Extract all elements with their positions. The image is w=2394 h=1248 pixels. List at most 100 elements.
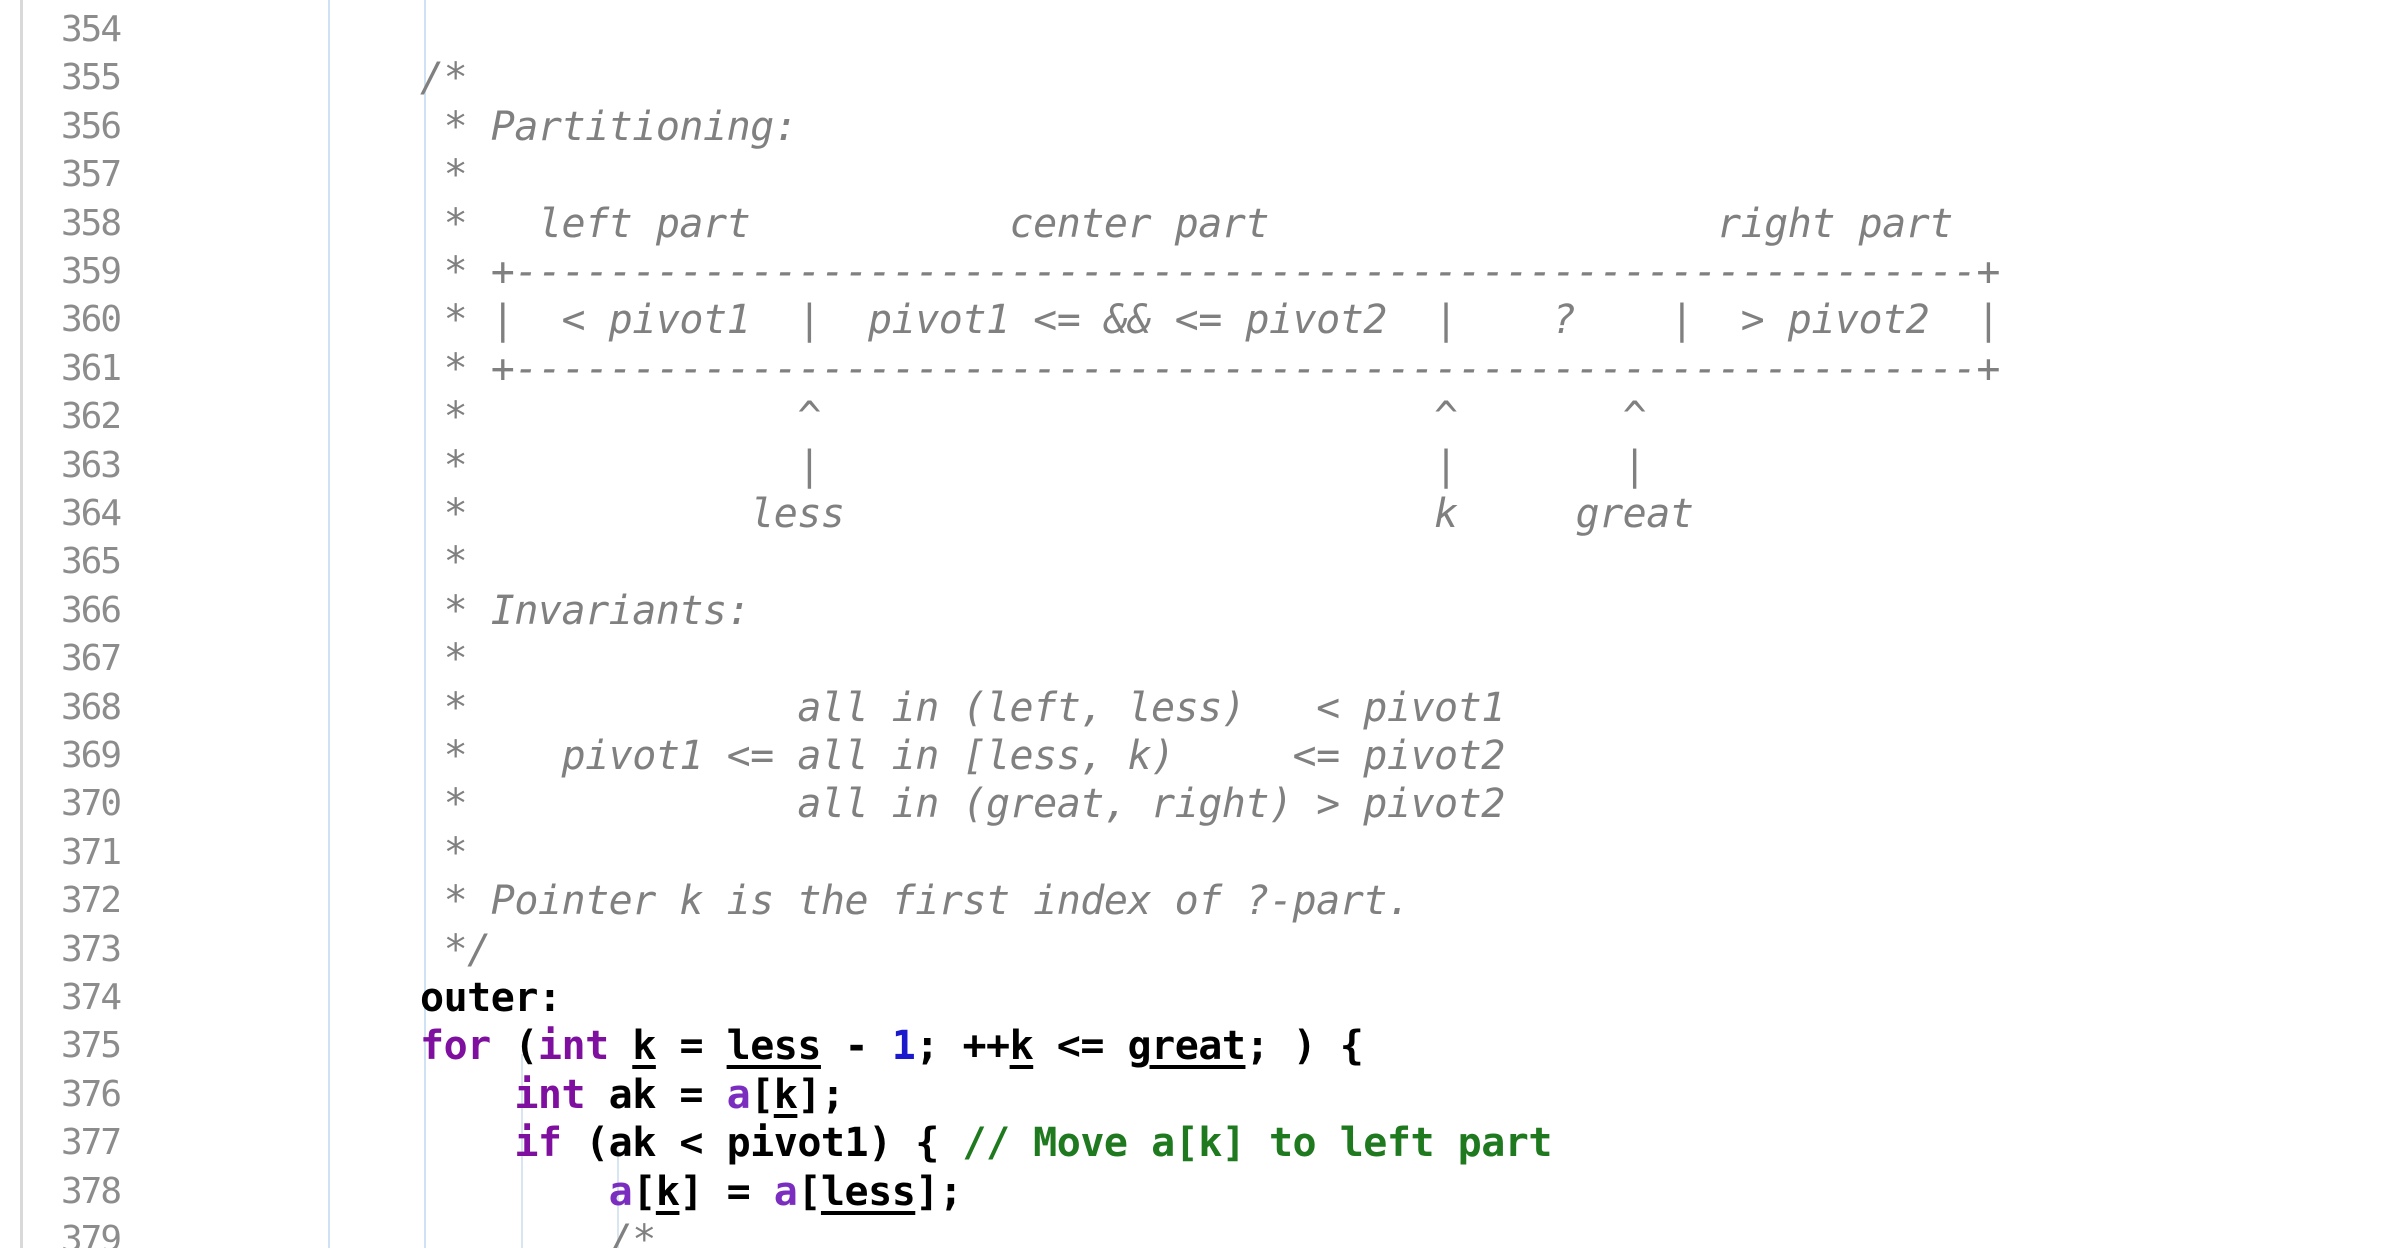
code-text: a[k] = a[less];	[420, 1168, 963, 1216]
code-text: * ^ ^ ^	[420, 393, 1647, 441]
code-text: * Pointer k is the first index of ?-part…	[420, 877, 1411, 925]
code-line[interactable]: 358 * left part center part right part	[0, 200, 2394, 248]
code-line[interactable]: 360 * | < pivot1 | pivot1 <= && <= pivot…	[0, 296, 2394, 344]
code-token: k	[632, 1023, 656, 1070]
code-line[interactable]: 367 *	[0, 635, 2394, 683]
code-line[interactable]: 375 for (int k = less - 1; ++k <= great; …	[0, 1022, 2394, 1070]
code-line[interactable]: 378 a[k] = a[less];	[0, 1168, 2394, 1216]
code-token: k	[1009, 1023, 1034, 1070]
code-token: outer:	[420, 975, 562, 1021]
code-line[interactable]: 371 *	[0, 829, 2394, 877]
code-line[interactable]: 377 if (ak < pivot1) { // Move a[k] to l…	[0, 1119, 2394, 1167]
code-line[interactable]: 364 * less k great	[0, 490, 2394, 538]
line-number: 367	[60, 638, 122, 680]
code-text: *	[420, 151, 468, 199]
code-text: * pivot1 <= all in [less, k) <= pivot2	[420, 732, 1506, 780]
line-number: 359	[60, 251, 122, 292]
code-line[interactable]: 356 * Partitioning:	[0, 103, 2394, 151]
code-text: outer:	[420, 974, 562, 1022]
code-text: *	[420, 829, 468, 877]
code-token: /*	[420, 55, 468, 102]
code-line[interactable]: 361 * +---------------------------------…	[0, 345, 2394, 393]
code-token: * +-------------------------------------…	[420, 249, 2001, 295]
code-editor[interactable]: 354 355/* 356 * Partitioning: 357 * 358 * le…	[0, 0, 2394, 1248]
line-number: 371	[60, 831, 122, 873]
line-number: 379	[60, 1219, 122, 1248]
code-token: * | | |	[420, 442, 1647, 489]
code-line[interactable]: 370 * all in (great, right) > pivot2	[0, 780, 2394, 828]
code-text: * less k great	[420, 490, 1694, 538]
line-number: 354	[60, 9, 122, 50]
code-token: =	[655, 1023, 727, 1070]
code-token: (	[490, 1023, 538, 1070]
code-text: * +-------------------------------------…	[420, 248, 2001, 296]
code-token: * Invariants:	[420, 587, 751, 634]
code-line[interactable]: 366 * Invariants:	[0, 587, 2394, 635]
code-line[interactable]: 357 *	[0, 151, 2394, 199]
code-line[interactable]: 363 * | | |	[0, 442, 2394, 490]
line-number: 373	[60, 928, 122, 970]
line-number: 374	[60, 977, 122, 1018]
code-token: * Partitioning:	[420, 103, 798, 150]
code-token: less	[820, 1168, 916, 1215]
code-token: * less k great	[420, 491, 1694, 537]
code-token: *	[420, 829, 468, 876]
code-token: // Move a[k] to left part	[962, 1120, 1552, 1167]
code-token: * Pointer k is the first index of ?-part…	[420, 878, 1411, 925]
code-text: * | | |	[420, 442, 1647, 490]
code-line[interactable]: 354	[0, 6, 2394, 54]
line-number: 355	[60, 57, 122, 99]
code-line[interactable]: 373 */	[0, 926, 2394, 974]
code-token: */	[420, 926, 492, 973]
line-number: 370	[60, 783, 122, 825]
line-number: 375	[60, 1025, 122, 1067]
code-token: * pivot1 <= all in [less, k) <= pivot2	[420, 733, 1506, 779]
code-token: a	[773, 1168, 798, 1215]
code-line[interactable]: 365 *	[0, 538, 2394, 586]
code-text: *	[420, 635, 468, 683]
code-token: 1	[891, 1023, 916, 1070]
code-token: a	[726, 1071, 751, 1118]
code-line[interactable]: 372 * Pointer k is the first index of ?-…	[0, 877, 2394, 925]
code-text: * Partitioning:	[420, 103, 798, 151]
code-token: ];	[915, 1168, 963, 1215]
code-text: * | < pivot1 | pivot1 <= && <= pivot2 | …	[420, 296, 2001, 344]
code-line[interactable]: 374 outer:	[0, 974, 2394, 1022]
code-token: /*	[608, 1217, 657, 1248]
code-token: * all in (great, right) > pivot2	[420, 781, 1506, 828]
code-token: less	[726, 1023, 822, 1070]
code-text: if (ak < pivot1) { // Move a[k] to left …	[420, 1119, 1552, 1167]
code-text: /*	[420, 54, 468, 102]
code-token: -	[820, 1023, 892, 1070]
line-number: 357	[60, 154, 122, 196]
code-line[interactable]: 359 * +---------------------------------…	[0, 248, 2394, 296]
code-text: *	[420, 538, 468, 586]
line-number: 366	[60, 589, 122, 631]
line-number: 369	[60, 735, 122, 776]
code-token: ; ++	[915, 1023, 1010, 1070]
code-text: for (int k = less - 1; ++k <= great; ) {	[420, 1022, 1364, 1070]
line-number: 372	[60, 880, 122, 922]
code-text: * all in (left, less) < pivot1	[420, 684, 1506, 732]
code-line[interactable]: 369 * pivot1 <= all in [less, k) <= pivo…	[0, 732, 2394, 780]
code-line[interactable]: 368 * all in (left, less) < pivot1	[0, 684, 2394, 732]
line-number: 365	[60, 541, 122, 583]
code-token: *	[420, 539, 468, 586]
code-token: great	[1127, 1023, 1246, 1070]
line-number: 358	[60, 202, 122, 244]
code-line[interactable]: 362 * ^ ^ ^	[0, 393, 2394, 441]
code-token: * ^ ^ ^	[420, 394, 1647, 441]
code-token: [	[750, 1071, 774, 1118]
code-token: k	[655, 1168, 680, 1215]
code-text: int ak = a[k];	[420, 1071, 845, 1119]
code-token: k	[773, 1071, 798, 1118]
code-token: * left part center part right part	[420, 200, 1954, 247]
code-line[interactable]: 379 /*	[0, 1216, 2394, 1248]
code-token: ] =	[679, 1168, 774, 1215]
code-text: * left part center part right part	[420, 200, 1954, 248]
code-token: (ak < pivot1) {	[561, 1120, 963, 1167]
code-token: [	[632, 1168, 656, 1215]
code-line[interactable]: 376 int ak = a[k];	[0, 1071, 2394, 1119]
code-line[interactable]: 355 /*	[0, 54, 2394, 102]
